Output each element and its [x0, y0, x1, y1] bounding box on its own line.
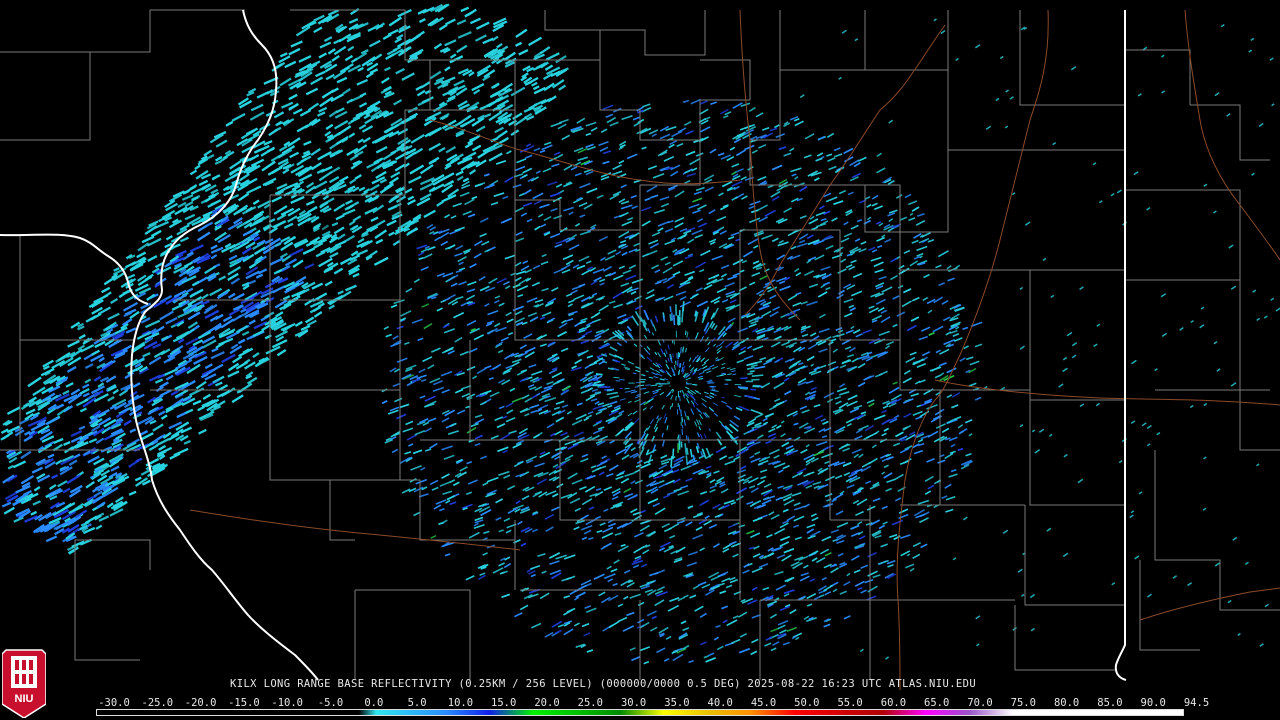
colorbar-label: 94.5	[1183, 697, 1210, 709]
colorbar-label: -25.0	[141, 697, 174, 709]
colorbar-label: 5.0	[407, 697, 427, 709]
colorbar-label: -15.0	[228, 697, 260, 709]
colorbar-label: 60.0	[880, 697, 907, 709]
colorbar-label: -5.0	[317, 697, 344, 709]
product-caption: KILX LONG RANGE BASE REFLECTIVITY (0.25K…	[230, 678, 977, 690]
colorbar-label: 10.0	[447, 697, 474, 709]
logo-text: NIU	[15, 693, 34, 705]
colorbar-label: -10.0	[271, 697, 303, 709]
radar-map	[0, 0, 1280, 720]
colorbar-label: 30.0	[620, 697, 647, 709]
colorbar-label: 55.0	[837, 697, 863, 709]
colorbar-label: 45.0	[750, 697, 777, 709]
colorbar-label: 15.0	[491, 697, 517, 709]
radar-site-marker	[670, 375, 686, 391]
reflectivity-colorbar	[96, 709, 1184, 716]
colorbar-label: 90.0	[1140, 697, 1166, 709]
colorbar-label: 0.0	[364, 697, 384, 709]
niu-logo: NIU	[2, 649, 46, 718]
colorbar-labels: -30.0 -25.0 -20.0 -15.0 -10.0 -5.0 0.0 5.0 10.0 1…	[96, 697, 1210, 709]
colorbar-label: 70.0	[967, 697, 993, 709]
colorbar-label: 35.0	[664, 697, 690, 709]
colorbar-label: -20.0	[184, 697, 217, 709]
colorbar-label: 80.0	[1053, 697, 1080, 709]
colorbar-label: 20.0	[534, 697, 560, 709]
colorbar-label: 65.0	[924, 697, 950, 709]
colorbar-label: 75.0	[1010, 697, 1036, 709]
colorbar-label: 85.0	[1097, 697, 1123, 709]
colorbar-label: -30.0	[98, 697, 130, 709]
colorbar-label: 50.0	[794, 697, 820, 709]
colorbar-label: 25.0	[577, 697, 603, 709]
colorbar-label: 40.0	[707, 697, 733, 709]
